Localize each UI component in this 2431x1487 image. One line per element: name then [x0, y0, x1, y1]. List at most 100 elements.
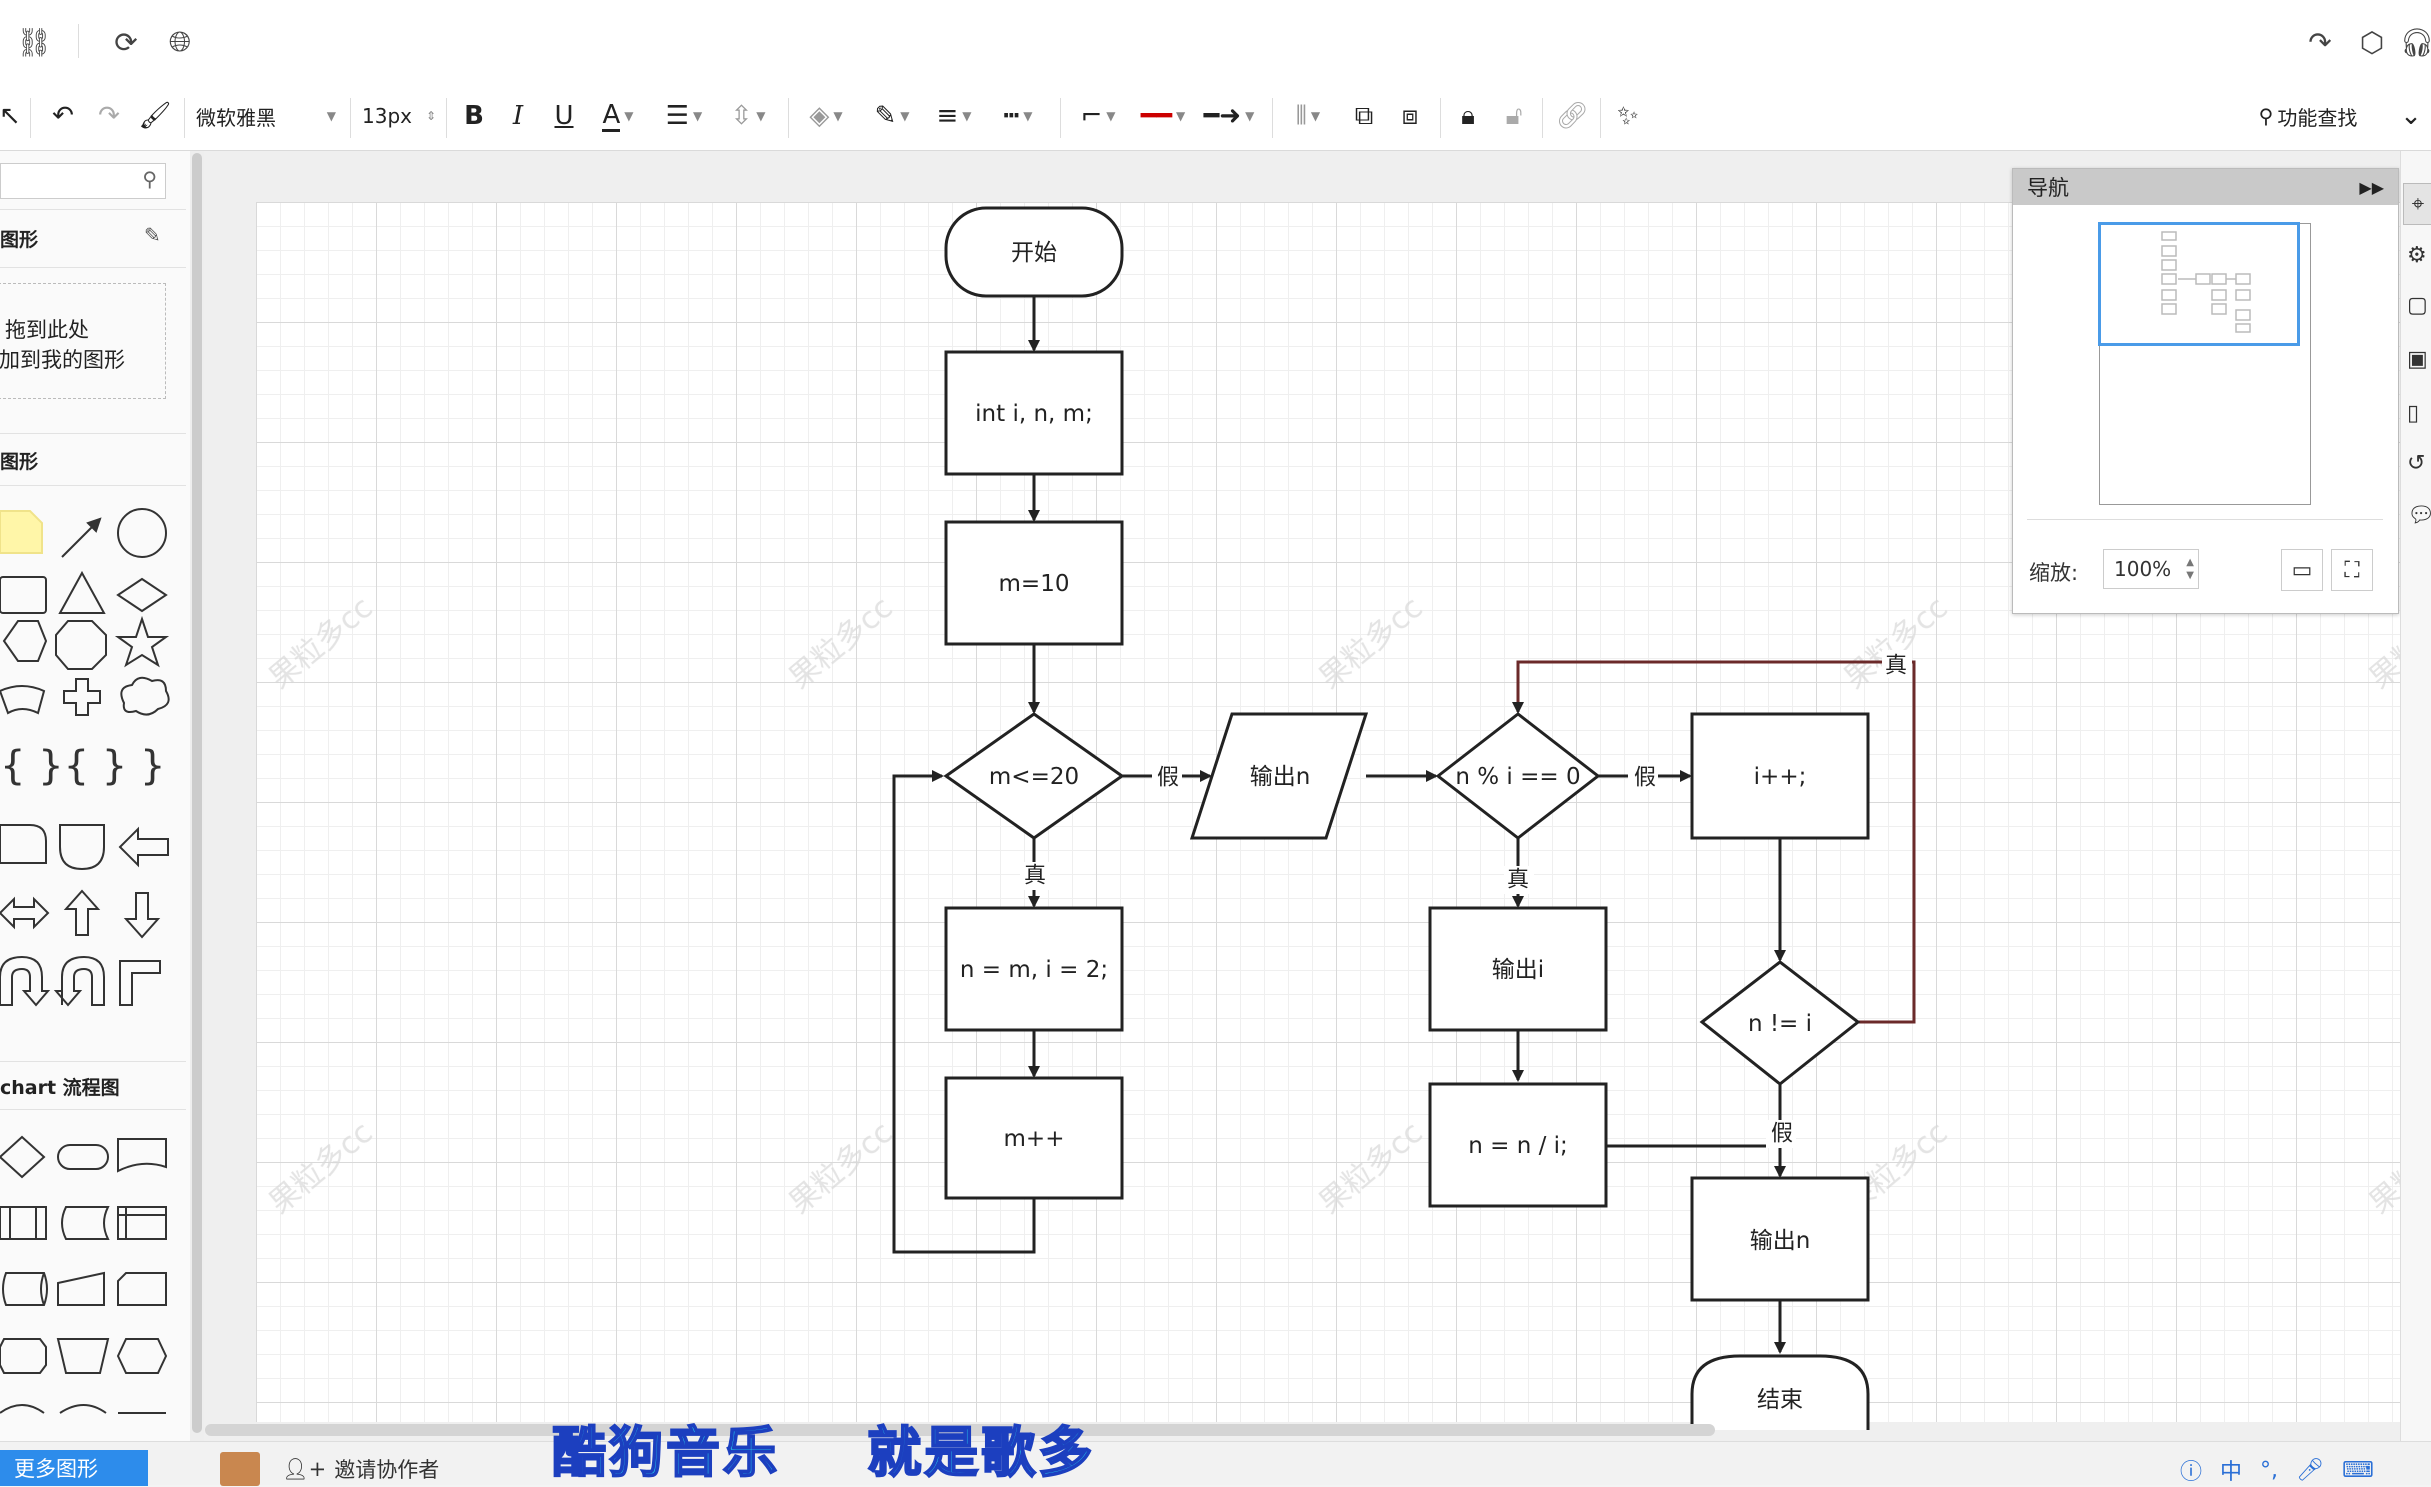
attach-icon[interactable]: ▯ — [2407, 401, 2419, 426]
history-icon[interactable]: ↺ — [2407, 451, 2425, 476]
left-arrow-shape — [118, 826, 169, 868]
section-my-shapes[interactable]: 图形 — [0, 225, 38, 252]
refresh-icon[interactable]: ⟳ — [106, 22, 146, 62]
ime-mode-label[interactable]: 中 — [2220, 1454, 2242, 1486]
shape-search-input[interactable]: ⚲ — [0, 163, 166, 199]
ime-toolbar[interactable]: ⓘ 中 °, 🎤︎ ⌨ — [2180, 1454, 2374, 1486]
connector-style-icon[interactable]: ⌐ ▼ — [1070, 96, 1126, 136]
drop-zone[interactable]: 拖到此处 加到我的图形 — [0, 283, 166, 399]
u-turn-shape — [0, 955, 51, 1007]
line-end-icon[interactable]: ━➜ ▼ — [1198, 96, 1260, 136]
font-family-value: 微软雅黑 — [196, 105, 276, 130]
redo-icon[interactable]: ↷ — [90, 96, 128, 136]
terminator-shape — [57, 1144, 109, 1170]
rectangle-shape — [0, 576, 47, 614]
feature-search[interactable]: ⚲ 功能查找 — [2246, 96, 2370, 136]
font-size-select[interactable]: 13px ⇕ — [362, 96, 436, 136]
underline-button[interactable]: U — [546, 96, 582, 136]
octagon-shape — [55, 620, 107, 670]
globe-icon[interactable]: 🌐︎ — [160, 22, 200, 62]
circle-shape — [117, 508, 167, 558]
send-back-icon[interactable]: ⧈ — [1392, 96, 1428, 136]
cross-shape — [63, 678, 101, 716]
zoom-input[interactable]: 100% ▲ ▼ — [2103, 549, 2199, 589]
hyperlink-icon[interactable]: 🔗︎ — [1554, 96, 1590, 136]
flowchart-shapes-grid[interactable] — [0, 1117, 186, 1417]
section-basic-shapes[interactable]: 图形 — [0, 447, 38, 474]
trapezoid-curve-shape — [0, 685, 46, 715]
triangle-shape — [58, 570, 106, 614]
pointer-icon[interactable]: ↖ — [0, 96, 21, 136]
search-icon[interactable]: ⚲ — [142, 167, 157, 191]
drop-hint-line1: 拖到此处 — [5, 318, 89, 342]
sidebar-scrollbar[interactable] — [190, 151, 204, 1441]
diamond-shape — [116, 577, 168, 613]
style-icon[interactable]: ⚙︎ — [2407, 243, 2427, 268]
edit-icon[interactable]: ✎ — [144, 223, 161, 247]
manual-operation-shape — [56, 1338, 110, 1374]
share-icon[interactable]: ↷ — [2300, 22, 2340, 62]
line-weight-icon[interactable]: ≡ ▼ — [926, 96, 982, 136]
navigator-header[interactable]: 导航 ▶▶ — [2013, 169, 2398, 205]
ifly-icon[interactable]: ⓘ — [2180, 1454, 2202, 1486]
avatar[interactable] — [220, 1452, 260, 1486]
line-color-icon[interactable]: ✎ ▼ — [864, 96, 920, 136]
navigator-toggle-icon[interactable]: ⌖ — [2403, 183, 2431, 225]
layer-icon[interactable]: ▣ — [2407, 347, 2428, 372]
font-color-button[interactable]: A ▼ — [590, 96, 646, 136]
section-flowchart[interactable]: chart 流程图 — [0, 1073, 120, 1100]
page-icon[interactable]: ▢ — [2407, 293, 2428, 318]
cube-icon[interactable]: ⬡ — [2352, 22, 2392, 62]
cloud-shape — [120, 676, 170, 716]
search-icon: ⚲ — [2258, 104, 2274, 128]
zoom-stepper-icon[interactable]: ▲ ▼ — [2186, 556, 2194, 582]
font-family-select[interactable]: 微软雅黑 ▼ — [196, 96, 336, 136]
invite-collaborator-button[interactable]: 👤︎+ 邀请协作者 — [282, 1454, 439, 1484]
line-dash-icon[interactable]: ┅ ▼ — [990, 96, 1046, 136]
link-icon[interactable]: ⛓ — [14, 22, 54, 62]
hexagon-shape — [2, 620, 48, 662]
delay-shape — [0, 824, 47, 864]
lock-icon[interactable]: 🔒︎ — [1450, 96, 1486, 136]
italic-button[interactable]: I — [500, 96, 536, 136]
line-start-icon[interactable]: ━━ ▼ — [1132, 96, 1194, 136]
collapse-panel-icon[interactable]: ▶▶ — [2359, 178, 2384, 197]
microphone-icon[interactable]: 🎤︎ — [2296, 1458, 2324, 1483]
brace-shapes: { }{ } } — [0, 743, 165, 789]
line-spacing-icon[interactable]: ⇳ ▼ — [720, 96, 776, 136]
keyboard-icon[interactable]: ⌨ — [2342, 1458, 2374, 1483]
undo-icon[interactable]: ↶ — [44, 96, 82, 136]
star-shape — [114, 615, 170, 668]
direct-data-shape — [2, 1272, 48, 1306]
shape-library-panel: ⚲ 图形 ✎ 拖到此处 加到我的图形 图形 { }{ } } chart 流程图 — [0, 151, 191, 1451]
more-shapes-label: 更多图形 — [14, 1457, 98, 1481]
fit-screen-icon[interactable]: ⛶ — [2331, 549, 2373, 591]
data-shape — [59, 824, 105, 871]
fill-color-icon[interactable]: ◈ ▼ — [798, 96, 854, 136]
navigator-thumbnail — [2161, 231, 2251, 333]
stored-data-shape — [61, 1206, 110, 1240]
navigator-preview[interactable] — [2098, 222, 2311, 505]
basic-shapes-grid[interactable]: { }{ } } — [0, 491, 186, 1021]
format-painter-icon[interactable]: 🖌︎ — [136, 96, 174, 136]
font-color-glyph: A — [602, 99, 621, 132]
collapse-toolbar-icon[interactable]: ⌄ — [2396, 96, 2426, 136]
zoom-label: 缩放: — [2029, 561, 2079, 585]
headset-icon[interactable]: 🎧︎ — [2399, 22, 2431, 62]
unlock-icon[interactable]: 🔓︎ — [1496, 96, 1532, 136]
magic-wand-icon[interactable]: ✨︎ — [1610, 96, 1646, 136]
presentation-icon[interactable]: ▭ — [2281, 549, 2323, 591]
right-tool-strip: ⌖ ⚙︎ ▢ ▣ ▯ ↺ 💬︎ — [2400, 151, 2431, 1441]
bold-button[interactable]: B — [456, 96, 492, 136]
more-shapes-button[interactable]: 更多图形 — [0, 1450, 148, 1486]
arrange-align-icon[interactable]: ⫴ ▼ — [1282, 96, 1334, 136]
card-shape — [117, 1272, 167, 1306]
punctuation-icon[interactable]: °, — [2260, 1458, 2278, 1483]
loop-limit-shape — [0, 1338, 47, 1374]
align-icon[interactable]: ☰ ▼ — [656, 96, 712, 136]
add-user-icon: 👤︎+ — [282, 1456, 327, 1481]
bring-front-icon[interactable]: ⧉ — [1346, 96, 1382, 136]
overlay-caption: 酷狗音乐 就是歌多 — [551, 1420, 1096, 1485]
comment-icon[interactable]: 💬︎ — [2407, 503, 2431, 528]
zoom-value: 100% — [2114, 557, 2172, 581]
